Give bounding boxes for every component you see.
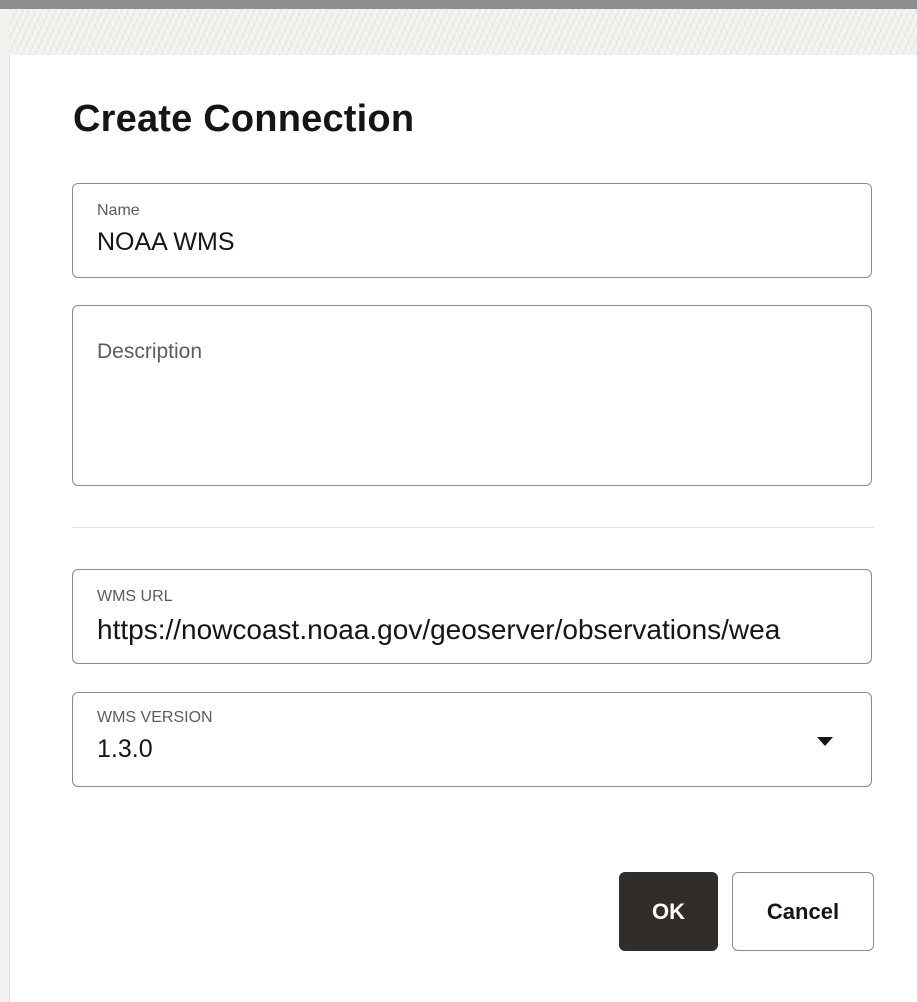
chevron-down-icon[interactable] [817, 737, 833, 746]
create-connection-dialog: Create Connection Name NOAA WMS Descript… [0, 0, 917, 1002]
description-label: Description [97, 340, 203, 363]
name-label: Name [97, 202, 140, 219]
top-border [0, 0, 917, 9]
wms-url-label: WMS URL [97, 588, 173, 605]
description-field[interactable]: Description [72, 305, 872, 486]
section-divider [72, 527, 874, 528]
wms-version-value[interactable]: 1.3.0 [97, 735, 153, 764]
wms-url-field[interactable]: WMS URL https://nowcoast.noaa.gov/geoser… [72, 569, 872, 664]
wms-url-input[interactable]: https://nowcoast.noaa.gov/geoserver/obse… [97, 614, 853, 646]
wms-version-label: WMS VERSION [97, 709, 213, 726]
dialog-title: Create Connection [73, 98, 415, 140]
wms-version-select[interactable]: WMS VERSION 1.3.0 [72, 692, 872, 787]
ok-button[interactable]: OK [619, 872, 718, 951]
background-edge [0, 9, 10, 1002]
name-input[interactable]: NOAA WMS [97, 228, 235, 257]
dialog-header-texture [9, 9, 917, 55]
name-field[interactable]: Name NOAA WMS [72, 183, 872, 278]
cancel-button[interactable]: Cancel [732, 872, 874, 951]
